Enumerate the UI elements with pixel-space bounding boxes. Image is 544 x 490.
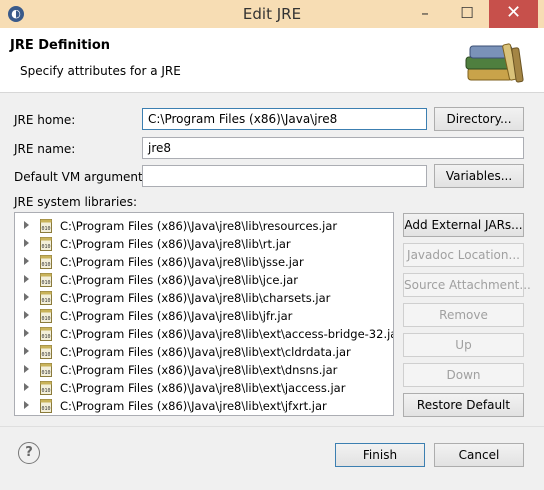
system-libraries-list[interactable]: 010 C:\Program Files (x86)\Java\jre8\lib\… bbox=[14, 212, 394, 416]
library-path: C:\Program Files (x86)\Java\jre8\lib\ext… bbox=[60, 363, 338, 377]
jar-file-icon: 010 bbox=[40, 255, 52, 269]
library-path: C:\Program Files (x86)\Java\jre8\lib\rt.… bbox=[60, 237, 291, 251]
jar-file-icon: 010 bbox=[40, 237, 52, 251]
jar-file-icon: 010 bbox=[40, 363, 52, 377]
library-row[interactable]: 010 C:\Program Files (x86)\Java\jre8\lib\… bbox=[15, 361, 381, 379]
cancel-button[interactable]: Cancel bbox=[434, 443, 524, 467]
svg-text:010: 010 bbox=[41, 262, 50, 268]
expand-arrow-icon[interactable] bbox=[24, 275, 29, 283]
books-icon bbox=[465, 43, 524, 83]
library-row[interactable]: 010 C:\Program Files (x86)\Java\jre8\lib\… bbox=[15, 343, 381, 361]
scroll-up-arrow-icon[interactable]: ▲ bbox=[393, 214, 394, 229]
system-libraries-label: JRE system libraries: bbox=[14, 195, 137, 209]
down-button[interactable]: Down bbox=[403, 363, 524, 387]
jre-name-label: JRE name: bbox=[14, 142, 76, 156]
jre-name-input[interactable]: jre8 bbox=[142, 137, 524, 159]
restore-default-button[interactable]: Restore Default bbox=[403, 393, 524, 417]
library-path: C:\Program Files (x86)\Java\jre8\lib\ext… bbox=[60, 327, 394, 341]
vm-arguments-input[interactable] bbox=[142, 165, 427, 187]
library-path: C:\Program Files (x86)\Java\jre8\lib\jfr… bbox=[60, 309, 293, 323]
expand-arrow-icon[interactable] bbox=[24, 293, 29, 301]
svg-text:010: 010 bbox=[41, 280, 50, 286]
library-row[interactable]: 010 C:\Program Files (x86)\Java\jre8\lib\… bbox=[15, 289, 381, 307]
jar-file-icon: 010 bbox=[40, 309, 52, 323]
library-row[interactable]: 010 C:\Program Files (x86)\Java\jre8\lib\… bbox=[15, 271, 381, 289]
svg-text:010: 010 bbox=[41, 244, 50, 250]
jar-file-icon: 010 bbox=[40, 273, 52, 287]
svg-text:010: 010 bbox=[41, 406, 50, 412]
expand-arrow-icon[interactable] bbox=[24, 239, 29, 247]
expand-arrow-icon[interactable] bbox=[24, 329, 29, 337]
add-external-jars-button[interactable]: Add External JARs... bbox=[403, 213, 524, 237]
dialog-header: JRE Definition Specify attributes for a … bbox=[0, 28, 544, 93]
svg-text:010: 010 bbox=[41, 370, 50, 376]
library-row[interactable]: 010 C:\Program Files (x86)\Java\jre8\lib\… bbox=[15, 379, 381, 397]
maximize-button[interactable]: ☐ bbox=[445, 0, 489, 28]
remove-button[interactable]: Remove bbox=[403, 303, 524, 327]
library-row[interactable]: 010 C:\Program Files (x86)\Java\jre8\lib\… bbox=[15, 307, 381, 325]
expand-arrow-icon[interactable] bbox=[24, 347, 29, 355]
jar-file-icon: 010 bbox=[40, 399, 52, 413]
svg-text:010: 010 bbox=[41, 388, 50, 394]
expand-arrow-icon[interactable] bbox=[24, 383, 29, 391]
jar-file-icon: 010 bbox=[40, 345, 52, 359]
library-path: C:\Program Files (x86)\Java\jre8\lib\res… bbox=[60, 219, 338, 233]
directory-button[interactable]: Directory... bbox=[434, 107, 524, 131]
expand-arrow-icon[interactable] bbox=[24, 257, 29, 265]
library-row[interactable]: 010 C:\Program Files (x86)\Java\jre8\lib\… bbox=[15, 325, 393, 343]
javadoc-location-button[interactable]: Javadoc Location... bbox=[403, 243, 524, 267]
svg-text:010: 010 bbox=[41, 352, 50, 358]
vm-arguments-label: Default VM arguments: bbox=[14, 170, 154, 184]
svg-text:010: 010 bbox=[41, 334, 50, 340]
expand-arrow-icon[interactable] bbox=[24, 365, 29, 373]
up-button[interactable]: Up bbox=[403, 333, 524, 357]
library-row[interactable]: 010 C:\Program Files (x86)\Java\jre8\lib\… bbox=[15, 397, 381, 415]
header-subtitle: Specify attributes for a JRE bbox=[20, 64, 181, 78]
library-path: C:\Program Files (x86)\Java\jre8\lib\jce… bbox=[60, 273, 299, 287]
svg-text:010: 010 bbox=[41, 316, 50, 322]
jar-file-icon: 010 bbox=[40, 327, 52, 341]
minimize-button[interactable]: – bbox=[405, 0, 445, 28]
library-path: C:\Program Files (x86)\Java\jre8\lib\ext… bbox=[60, 381, 346, 395]
library-path: C:\Program Files (x86)\Java\jre8\lib\ext… bbox=[60, 399, 327, 413]
close-button[interactable]: ✕ bbox=[489, 0, 538, 28]
jre-home-label: JRE home: bbox=[14, 113, 76, 127]
jar-file-icon: 010 bbox=[40, 381, 52, 395]
svg-text:010: 010 bbox=[41, 226, 50, 232]
library-row[interactable]: 010 C:\Program Files (x86)\Java\jre8\lib\… bbox=[15, 235, 381, 253]
library-row[interactable]: 010 C:\Program Files (x86)\Java\jre8\lib\… bbox=[15, 253, 381, 271]
jre-home-input[interactable]: C:\Program Files (x86)\Java\jre8 bbox=[142, 108, 427, 130]
source-attachment-button[interactable]: Source Attachment... bbox=[403, 273, 531, 297]
libraries-scrollbar[interactable]: ▲ ▼ bbox=[393, 214, 394, 416]
finish-button[interactable]: Finish bbox=[335, 443, 425, 467]
footer-separator bbox=[0, 426, 544, 427]
svg-text:010: 010 bbox=[41, 298, 50, 304]
scroll-down-arrow-icon[interactable]: ▼ bbox=[393, 401, 394, 416]
jar-file-icon: 010 bbox=[40, 219, 52, 233]
expand-arrow-icon[interactable] bbox=[24, 401, 29, 409]
header-title: JRE Definition bbox=[10, 38, 111, 53]
expand-arrow-icon[interactable] bbox=[24, 311, 29, 319]
library-path: C:\Program Files (x86)\Java\jre8\lib\cha… bbox=[60, 291, 331, 305]
help-icon[interactable]: ? bbox=[18, 442, 40, 464]
expand-arrow-icon[interactable] bbox=[24, 221, 29, 229]
library-path: C:\Program Files (x86)\Java\jre8\lib\ext… bbox=[60, 345, 351, 359]
jar-file-icon: 010 bbox=[40, 291, 52, 305]
library-row[interactable]: 010 C:\Program Files (x86)\Java\jre8\lib\… bbox=[15, 217, 381, 235]
library-path: C:\Program Files (x86)\Java\jre8\lib\jss… bbox=[60, 255, 304, 269]
variables-button[interactable]: Variables... bbox=[434, 164, 524, 188]
